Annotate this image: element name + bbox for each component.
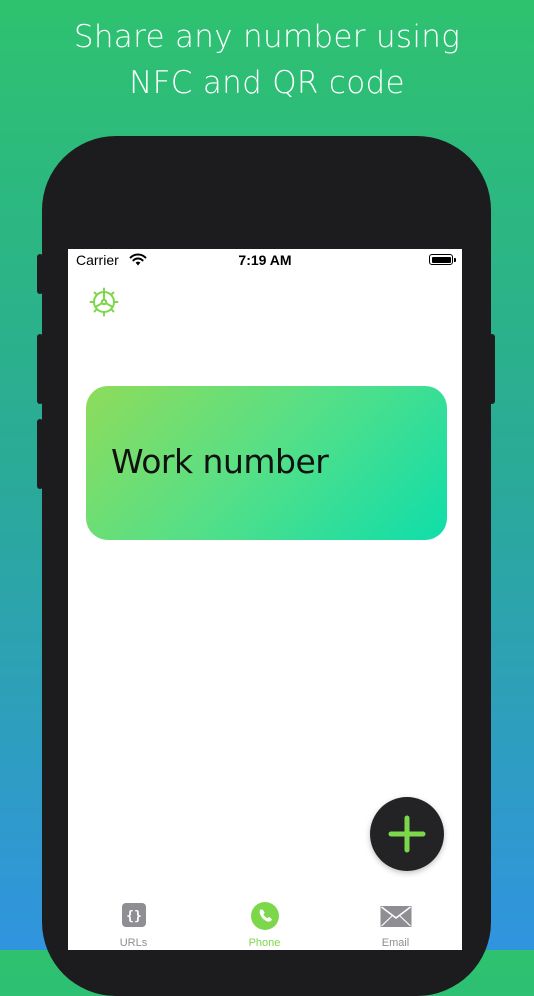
tab-phone[interactable]: Phone xyxy=(199,899,330,950)
battery-icon xyxy=(429,254,456,265)
settings-button[interactable] xyxy=(88,286,120,318)
phone-icon xyxy=(250,902,279,930)
status-time: 7:19 AM xyxy=(238,252,292,268)
tab-email[interactable]: Email xyxy=(330,899,461,950)
gear-icon xyxy=(89,287,119,317)
tab-urls[interactable]: {} URLs xyxy=(68,899,199,950)
tab-urls-label: URLs xyxy=(119,937,148,949)
plus-icon xyxy=(388,815,426,853)
promo-line-1: Share any number using xyxy=(73,19,461,55)
promo-line-2: NFC and QR code xyxy=(129,65,405,101)
tab-phone-label: Phone xyxy=(248,937,281,949)
envelope-icon xyxy=(380,906,411,927)
tab-email-label: Email xyxy=(381,937,410,949)
tab-bar: {} URLs Phone Email xyxy=(68,899,462,950)
code-braces-icon: {} xyxy=(121,903,146,927)
card-title: Work number xyxy=(111,442,329,481)
promo-headline: Share any number using NFC and QR code xyxy=(0,14,534,106)
status-bar: Carrier 7:19 AM xyxy=(68,249,462,273)
add-number-button[interactable] xyxy=(370,797,444,871)
svg-text:{}: {} xyxy=(126,909,142,924)
app-screen: Carrier 7:19 AM Work number {} URLs Phon… xyxy=(68,249,462,950)
number-card[interactable]: Work number xyxy=(86,386,447,540)
